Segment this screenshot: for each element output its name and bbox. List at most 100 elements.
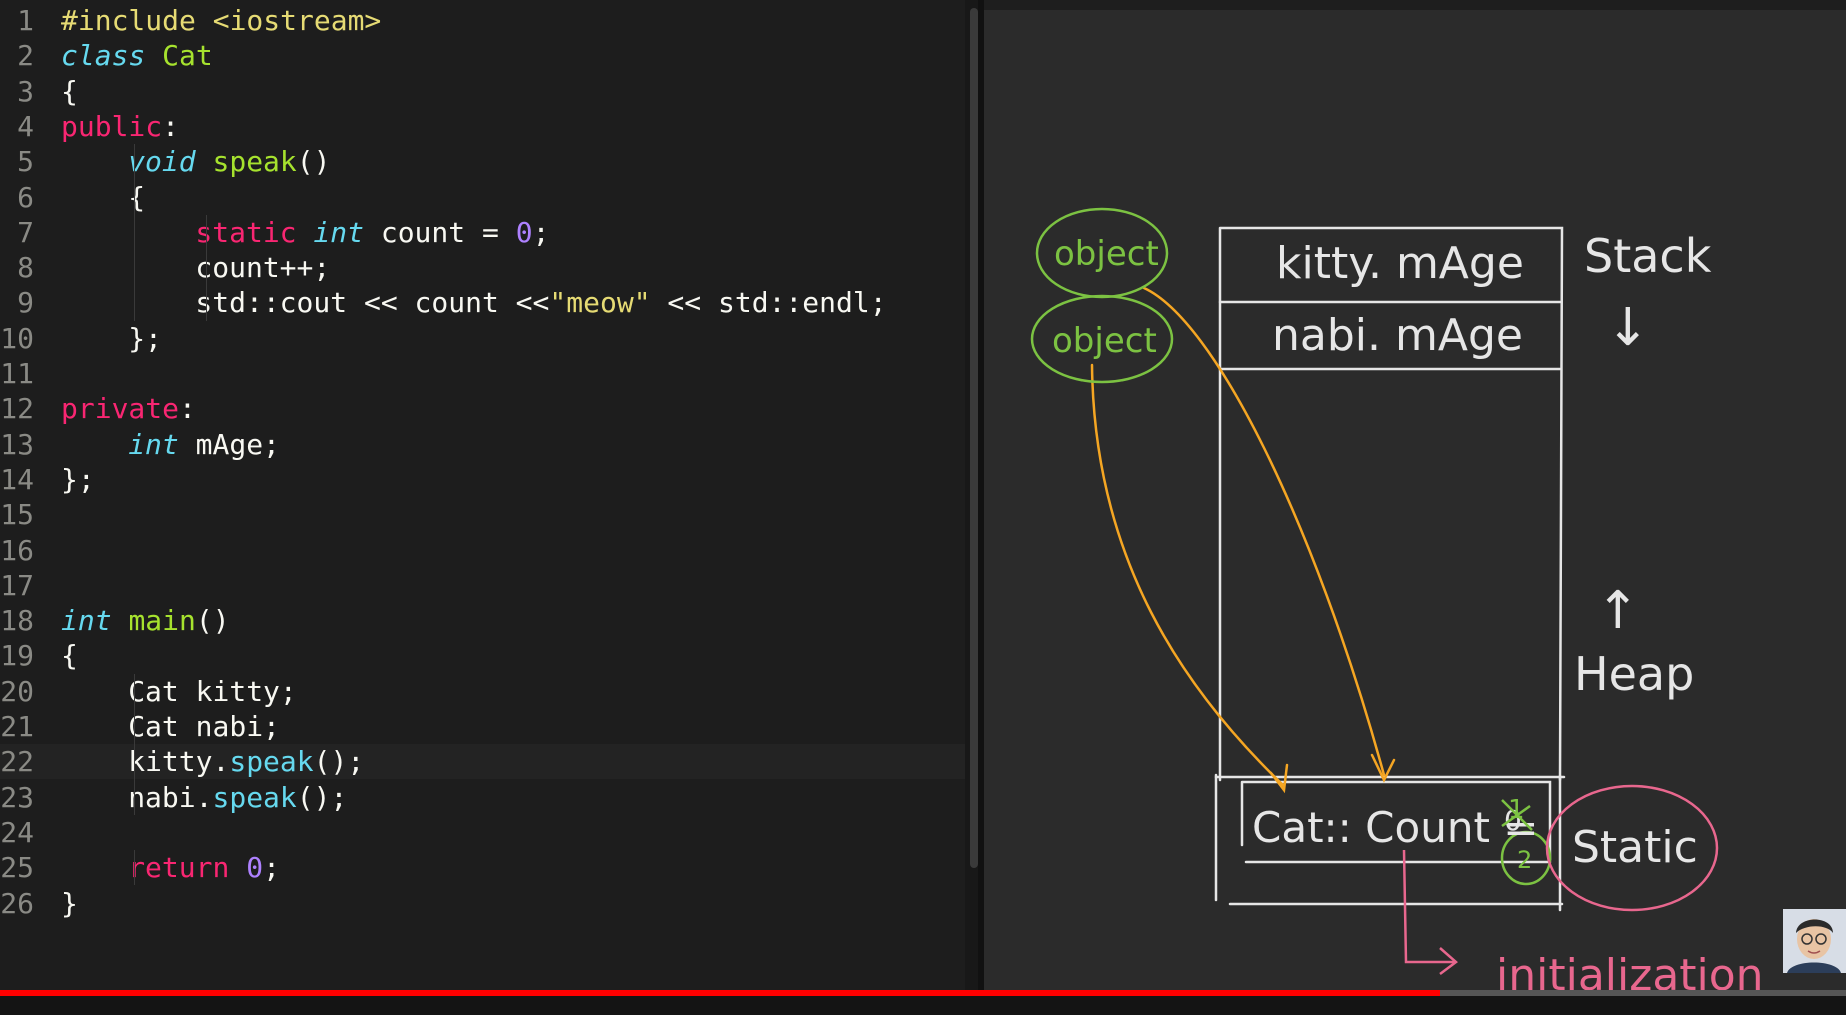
code-token: { [61, 639, 78, 673]
code-line-24[interactable]: 24 [0, 815, 965, 850]
code-text[interactable]: }; [61, 462, 95, 497]
code-line-19[interactable]: 19 { [0, 638, 965, 673]
line-number[interactable]: 21 [0, 709, 34, 744]
line-number[interactable]: 14 [0, 462, 34, 497]
line-number[interactable]: 9 [0, 285, 34, 320]
code-line-12[interactable]: 12 private: [0, 391, 965, 426]
line-number[interactable]: 12 [0, 391, 34, 426]
code-line-18[interactable]: 18 int main() [0, 603, 965, 638]
code-token: }; [61, 462, 95, 496]
code-line-8[interactable]: 8 count++; [0, 250, 965, 285]
code-text[interactable]: #include <iostream> [61, 3, 381, 38]
code-token: count++; [195, 251, 331, 285]
editor-scrollbar[interactable] [970, 8, 978, 868]
code-line-6[interactable]: 6{ [0, 180, 965, 215]
code-token: main [128, 604, 196, 638]
line-number[interactable]: 11 [0, 356, 34, 391]
line-number[interactable]: 6 [0, 180, 34, 215]
code-token: kitty. [128, 745, 230, 779]
code-line-22[interactable]: 22 kitty.speak(); [0, 744, 965, 780]
line-number[interactable]: 23 [0, 780, 34, 815]
code-token: std::cout << count << [195, 286, 550, 320]
code-text[interactable]: int mAge; [128, 427, 280, 462]
line-number[interactable]: 3 [0, 74, 34, 109]
code-line-16[interactable]: 16 [0, 533, 965, 568]
code-text[interactable]: Cat kitty; [128, 674, 297, 709]
code-token: Cat kitty; [128, 674, 297, 708]
code-token: nabi. [128, 780, 213, 814]
line-number[interactable]: 18 [0, 603, 34, 638]
code-token: (); [313, 745, 365, 779]
code-text[interactable]: void speak() [128, 144, 330, 179]
code-text[interactable]: static int count = 0; [195, 215, 549, 250]
code-line-4[interactable]: 4 public: [0, 109, 965, 144]
code-text[interactable]: class Cat [61, 38, 213, 73]
line-number[interactable]: 7 [0, 215, 34, 250]
code-line-15[interactable]: 15 [0, 497, 965, 532]
code-token: 0 [246, 851, 264, 885]
line-number[interactable]: 4 [0, 109, 34, 144]
code-text[interactable]: }; [128, 321, 162, 356]
code-line-14[interactable]: 14}; [0, 462, 965, 497]
stack-slot-kitty: kitty. mAge [1276, 238, 1524, 289]
code-line-7[interactable]: 7 static int count = 0; [0, 215, 965, 250]
code-text[interactable]: nabi.speak(); [128, 780, 347, 815]
code-line-23[interactable]: 23 nabi.speak(); [0, 780, 965, 815]
code-token: }; [128, 321, 162, 355]
initialization-label: initialization [1496, 950, 1764, 990]
indent-guide [134, 144, 135, 321]
code-line-10[interactable]: 10}; [0, 321, 965, 356]
code-line-11[interactable]: 11 [0, 356, 965, 391]
line-number[interactable]: 22 [0, 744, 34, 779]
code-token: int [313, 215, 364, 249]
code-line-13[interactable]: 13 int mAge; [0, 427, 965, 462]
code-line-2[interactable]: 2 class Cat [0, 38, 965, 73]
line-number[interactable]: 26 [0, 886, 34, 921]
code-text[interactable]: { [61, 74, 78, 109]
code-editor[interactable]: 1 #include <iostream> 2 class Cat 3{4 public:… [0, 0, 965, 990]
code-line-3[interactable]: 3{ [0, 74, 965, 109]
code-text[interactable]: kitty.speak(); [128, 744, 364, 779]
code-line-5[interactable]: 5 void speak() [0, 144, 965, 179]
line-number[interactable]: 5 [0, 144, 34, 179]
code-line-17[interactable]: 17 [0, 568, 965, 603]
code-text[interactable]: { [128, 180, 145, 215]
code-line-20[interactable]: 20 Cat kitty; [0, 674, 965, 709]
line-number[interactable]: 15 [0, 497, 34, 532]
line-number[interactable]: 8 [0, 250, 34, 285]
code-line-9[interactable]: 9 std::cout << count <<"meow" << std::end… [0, 285, 965, 320]
code-token: class [61, 39, 146, 73]
whiteboard-top-edge [984, 0, 1846, 10]
line-number[interactable]: 2 [0, 38, 34, 73]
object-label-1: object [1054, 234, 1159, 274]
line-number[interactable]: 17 [0, 568, 34, 603]
code-line-26[interactable]: 26} [0, 886, 965, 921]
line-number[interactable]: 19 [0, 638, 34, 673]
code-token: static [195, 215, 297, 249]
line-number[interactable]: 25 [0, 850, 34, 885]
code-text[interactable]: Cat nabi; [128, 709, 280, 744]
code-text[interactable]: private: [61, 391, 196, 426]
code-line-1[interactable]: 1 #include <iostream> [0, 3, 965, 38]
code-text[interactable]: return 0; [128, 850, 280, 885]
code-token: << std::endl; [650, 286, 887, 320]
code-text[interactable]: public: [61, 109, 179, 144]
code-text[interactable]: std::cout << count <<"meow" << std::endl… [195, 285, 886, 320]
code-text[interactable]: int main() [61, 603, 230, 638]
code-text[interactable]: } [61, 886, 78, 921]
line-number[interactable]: 1 [0, 3, 34, 38]
line-number[interactable]: 20 [0, 674, 34, 709]
code-text[interactable]: count++; [195, 250, 330, 285]
code-line-21[interactable]: 21 Cat nabi; [0, 709, 965, 744]
code-token: Cat [162, 39, 213, 73]
line-number[interactable]: 13 [0, 427, 34, 462]
line-number[interactable]: 24 [0, 815, 34, 850]
code-token: #include [61, 4, 196, 37]
line-number[interactable]: 16 [0, 533, 34, 568]
code-text[interactable]: { [61, 638, 78, 673]
line-number[interactable]: 10 [0, 321, 34, 356]
code-token: () [296, 145, 331, 179]
object-label-2: object [1052, 321, 1157, 361]
code-line-25[interactable]: 25 return 0; [0, 850, 965, 885]
